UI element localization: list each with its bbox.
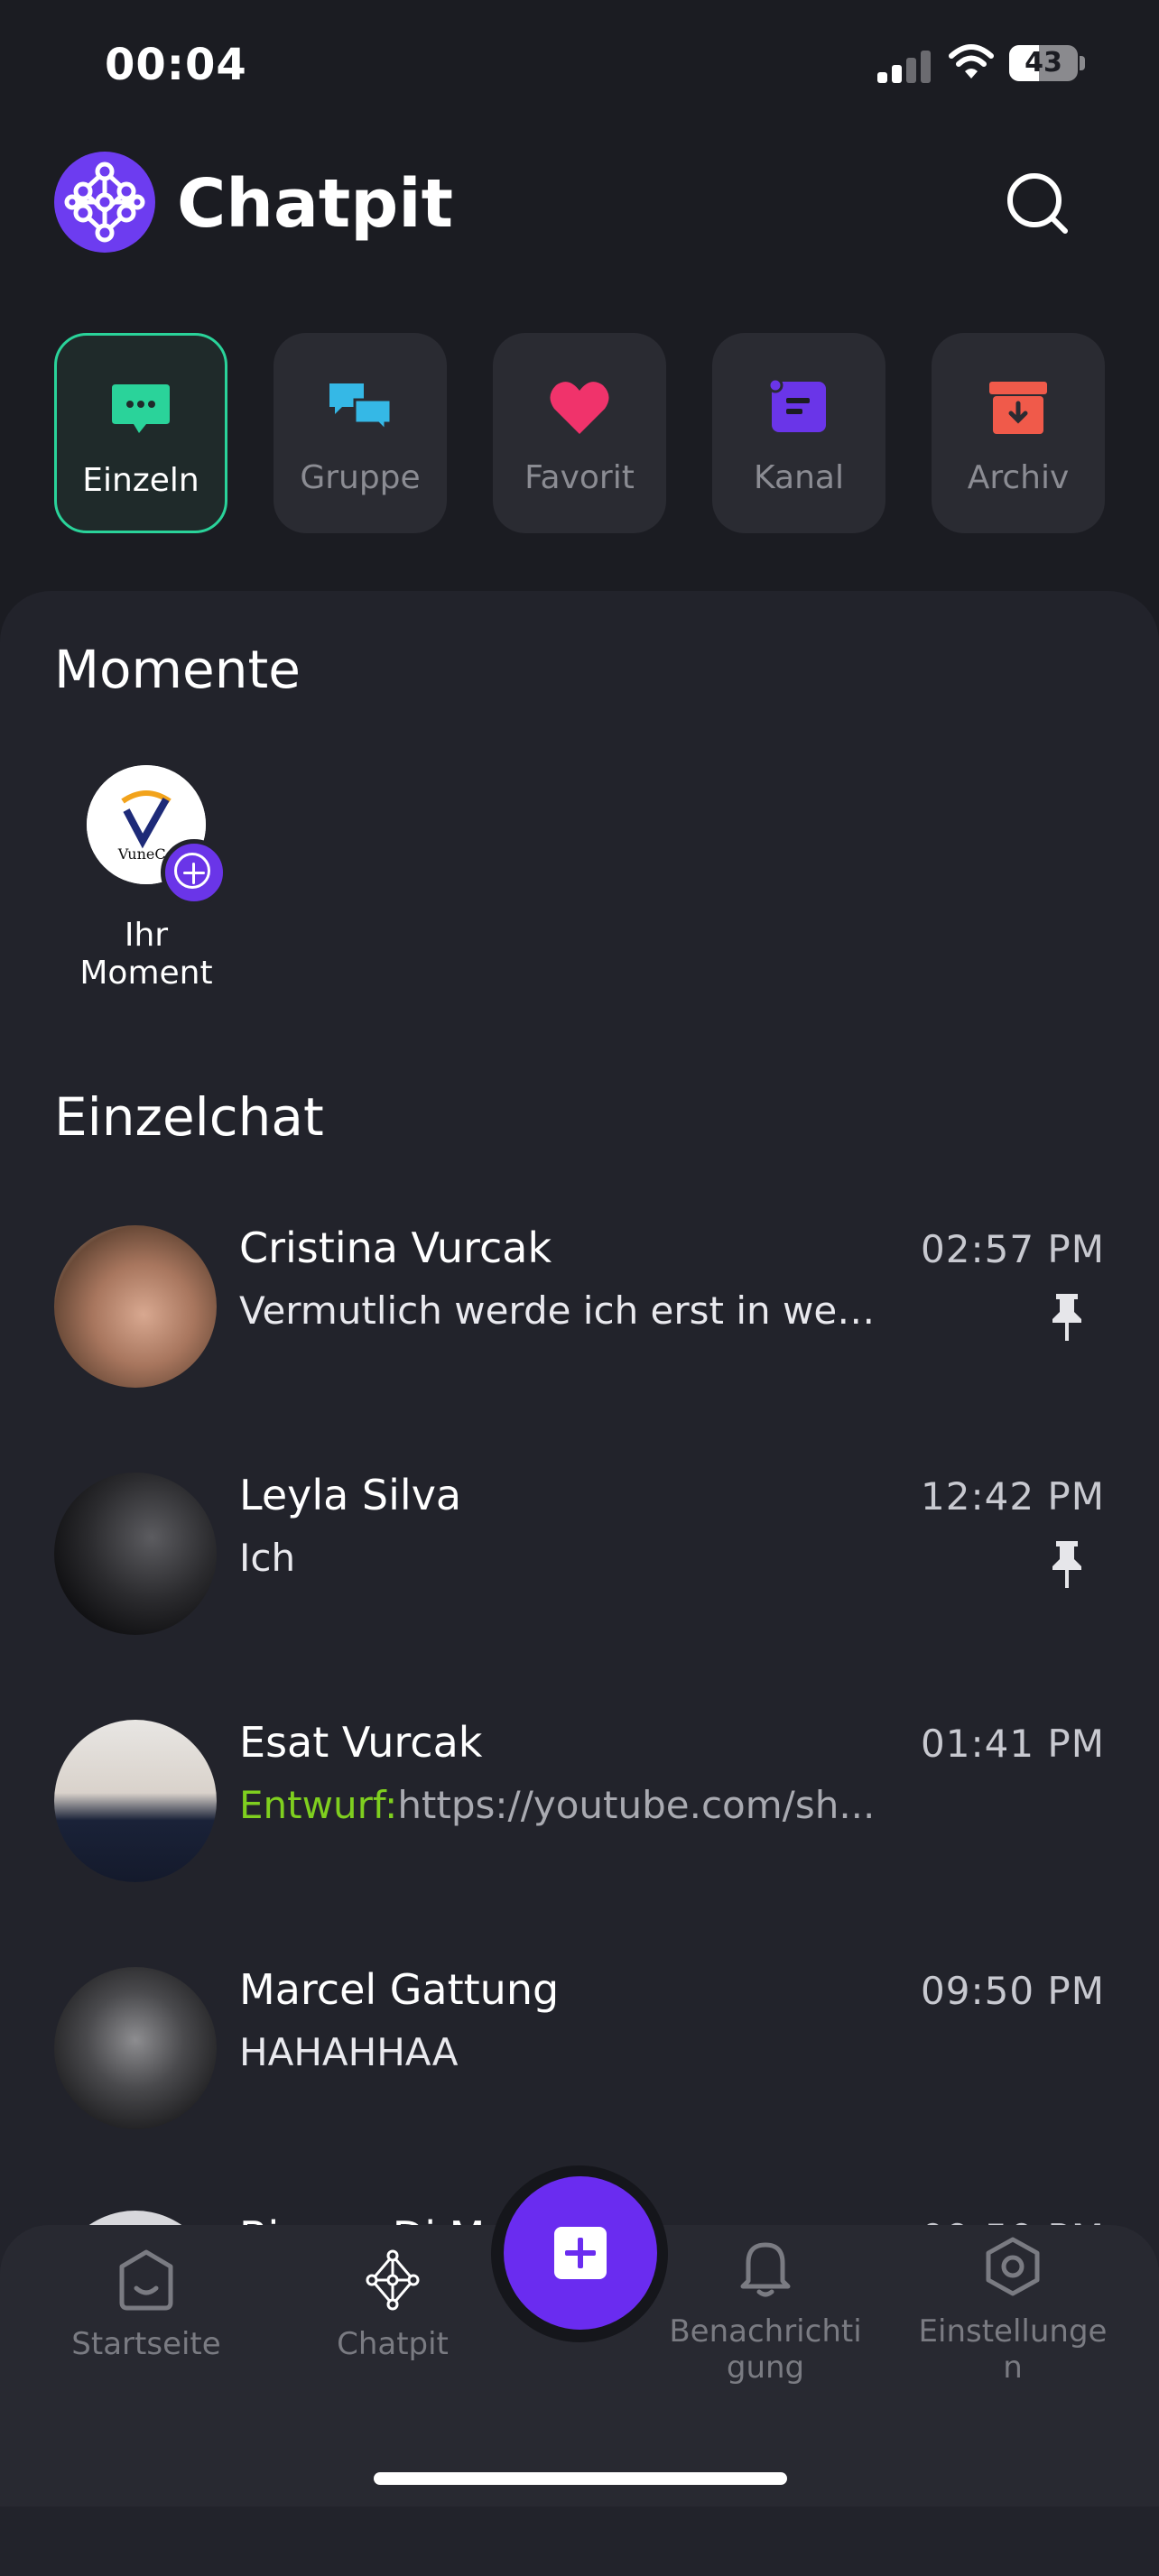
avatar: [54, 1967, 217, 2129]
chat-name: Marcel Gattung: [239, 1965, 560, 2014]
tab-einzeln[interactable]: Einzeln: [54, 333, 227, 533]
home-indicator: [374, 2472, 787, 2485]
tab-label: Favorit: [524, 459, 635, 496]
battery-tip: [1080, 56, 1085, 70]
pin-icon: [1049, 1539, 1085, 1590]
settings-icon: [981, 2234, 1044, 2301]
chat-time: 09:50 PM: [921, 1969, 1105, 2013]
tab-label: Archiv: [967, 459, 1070, 496]
chat-message: Entwurf:https://youtube.com/sh...: [239, 1783, 898, 1827]
nav-label: Einstellunge n: [918, 2313, 1108, 2386]
chat-bubble-icon: [108, 377, 173, 442]
chat-name: Esat Vurcak: [239, 1718, 483, 1767]
nav-startseite[interactable]: Startseite: [38, 2247, 255, 2362]
channel-icon: [766, 374, 831, 439]
nav-chatpit[interactable]: Chatpit: [284, 2247, 501, 2362]
pin-icon: [1049, 1292, 1085, 1343]
search-icon[interactable]: [1004, 170, 1072, 238]
chatpit-icon: [361, 2247, 424, 2313]
chat-time: 01:41 PM: [921, 1722, 1105, 1766]
tab-favorit[interactable]: Favorit: [493, 333, 666, 533]
nav-label: Startseite: [71, 2326, 221, 2362]
status-time: 00:04: [105, 40, 247, 90]
cellular-signal-icon: [877, 47, 932, 83]
chat-time: 12:42 PM: [921, 1474, 1105, 1519]
tab-label: Einzeln: [82, 462, 199, 499]
nav-benachrichtigung[interactable]: Benachrichti gung: [657, 2234, 874, 2386]
wifi-icon: [948, 42, 995, 83]
chatpit-logo-icon: [54, 152, 155, 253]
chat-name: Cristina Vurcak: [239, 1223, 552, 1272]
avatar: [54, 1720, 217, 1882]
chats-title: Einzelchat: [54, 1086, 324, 1148]
battery-icon: 43: [1009, 45, 1078, 81]
tab-label: Kanal: [754, 459, 844, 496]
group-chat-icon: [328, 374, 393, 439]
draft-text: https://youtube.com/sh...: [397, 1783, 876, 1827]
tab-kanal[interactable]: Kanal: [712, 333, 885, 533]
draft-label: Entwurf:: [239, 1783, 398, 1827]
heart-icon: [547, 374, 612, 439]
nav-label: Benachrichti gung: [669, 2313, 862, 2386]
nav-label: Chatpit: [337, 2326, 449, 2362]
app-title: Chatpit: [177, 165, 454, 243]
chat-name: Leyla Silva: [239, 1471, 462, 1519]
own-moment-label-line1: Ihr: [124, 917, 169, 954]
moments-title: Momente: [54, 639, 301, 700]
bell-icon: [734, 2234, 797, 2301]
chat-message: Ich: [239, 1536, 296, 1580]
plus-icon: [554, 2227, 607, 2279]
tab-gruppe[interactable]: Gruppe: [274, 333, 447, 533]
tab-label: Gruppe: [300, 459, 421, 496]
chat-time: 02:57 PM: [921, 1227, 1105, 1271]
avatar: [54, 1473, 217, 1635]
own-moment-label: Ihr Moment: [54, 917, 238, 993]
chat-message: Vermutlich werde ich erst in weni...: [239, 1288, 898, 1333]
home-icon: [115, 2247, 178, 2313]
tab-archiv[interactable]: Archiv: [932, 333, 1105, 533]
nav-einstellungen[interactable]: Einstellunge n: [904, 2234, 1121, 2386]
avatar: [54, 1225, 217, 1388]
chat-message: HAHAHHAA: [239, 2030, 459, 2074]
own-moment-label-line2: Moment: [79, 955, 213, 992]
add-moment-button[interactable]: [161, 839, 227, 906]
archive-icon: [986, 374, 1051, 439]
battery-level: 43: [1025, 47, 1062, 78]
